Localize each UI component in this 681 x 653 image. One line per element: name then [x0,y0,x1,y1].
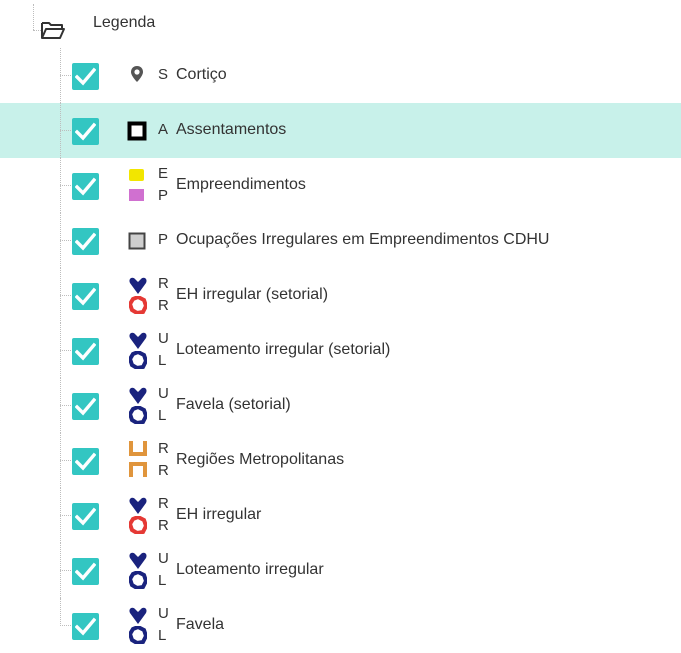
legend-symbol-icon [126,158,150,213]
legend-symbol-icon [126,103,150,158]
symbol-caption: L [158,353,167,369]
tree-item[interactable]: U L Favela [0,598,681,653]
symbol-caption: R [158,518,169,534]
check-icon [75,452,96,471]
check-icon [75,67,96,86]
layer-checkbox[interactable] [72,118,99,145]
symbol-caption: U [158,331,169,347]
legend-symbol-icon [126,543,150,598]
symbol-caption: R [158,298,169,314]
legend-symbol-icon [126,213,150,268]
symbol-caption: R [158,441,169,457]
layer-checkbox[interactable] [72,558,99,585]
layer-checkbox[interactable] [72,503,99,530]
tree-item-label[interactable]: Cortiço [176,65,227,85]
symbol-caption: E [158,166,169,182]
symbol-caption: U [158,606,169,622]
folder-open-icon[interactable] [40,19,66,41]
tree-item-label[interactable]: Loteamento irregular (setorial) [176,340,390,360]
legend-symbol-icon [126,598,150,653]
tree-connector [33,4,34,30]
check-icon [75,397,96,416]
tree-item-label[interactable]: EH irregular [176,505,261,525]
symbol-caption: R [158,496,169,512]
tree-item[interactable]: R R EH irregular (setorial) [0,268,681,323]
check-icon [75,232,96,251]
tree-item[interactable]: R R Regiões Metropolitanas [0,433,681,488]
tree-item-label[interactable]: EH irregular (setorial) [176,285,328,305]
tree-item[interactable]: S Cortiço [0,48,681,103]
legend-symbol-icon [126,433,150,488]
legend-symbol-icon [126,378,150,433]
tree-connector [60,130,71,131]
layer-checkbox[interactable] [72,173,99,200]
tree-item-label[interactable]: Regiões Metropolitanas [176,450,344,470]
tree-item-label[interactable]: Favela (setorial) [176,395,291,415]
tree-connector [60,350,71,351]
tree-connector [60,598,61,626]
check-icon [75,177,96,196]
tree-connector [60,625,71,626]
symbol-caption: A [158,122,169,138]
symbol-caption: L [158,408,167,424]
legend-symbol-icon [126,48,150,103]
layer-checkbox[interactable] [72,228,99,255]
tree-item[interactable]: R R EH irregular [0,488,681,543]
legend-tree: Legenda S Cortiço A Assentamentos E P Empreend… [0,0,681,644]
check-icon [75,287,96,306]
symbol-caption: U [158,551,169,567]
tree-connector [60,460,71,461]
tree-item[interactable]: U L Loteamento irregular [0,543,681,598]
layer-checkbox[interactable] [72,393,99,420]
tree-item-label[interactable]: Favela [176,615,224,635]
symbol-caption: R [158,463,169,479]
tree-item-label[interactable]: Ocupações Irregulares em Empreendimentos… [176,230,549,250]
tree-item[interactable]: E P Empreendimentos [0,158,681,213]
tree-item[interactable]: U L Loteamento irregular (setorial) [0,323,681,378]
legend-symbol-icon [126,488,150,543]
tree-item[interactable]: A Assentamentos [0,103,681,158]
legend-symbol-icon [126,268,150,323]
legend-symbol-icon [126,323,150,378]
tree-connector [60,75,71,76]
tree-connector [60,405,71,406]
check-icon [75,342,96,361]
check-icon [75,562,96,581]
check-icon [75,122,96,141]
tree-item-label[interactable]: Empreendimentos [176,175,306,195]
symbol-caption: L [158,573,167,589]
tree-item[interactable]: P Ocupações Irregulares em Empreendimento… [0,213,681,268]
symbol-caption: L [158,628,167,644]
layer-checkbox[interactable] [72,63,99,90]
tree-connector [60,570,71,571]
layer-checkbox[interactable] [72,613,99,640]
tree-item[interactable]: U L Favela (setorial) [0,378,681,433]
layer-checkbox[interactable] [72,338,99,365]
check-icon [75,507,96,526]
check-icon [75,617,96,636]
layer-checkbox[interactable] [72,283,99,310]
symbol-caption: R [158,276,169,292]
symbol-caption: P [158,232,169,248]
tree-root-node[interactable]: Legenda [0,0,681,46]
layer-checkbox[interactable] [72,448,99,475]
symbol-caption: S [158,67,169,83]
tree-connector [60,295,71,296]
tree-connector [60,185,71,186]
tree-item-label[interactable]: Loteamento irregular [176,560,324,580]
tree-item-label[interactable]: Assentamentos [176,120,286,140]
symbol-caption: U [158,386,169,402]
symbol-caption: P [158,188,169,204]
tree-connector [60,515,71,516]
tree-root-label[interactable]: Legenda [93,13,155,33]
tree-connector [60,240,71,241]
